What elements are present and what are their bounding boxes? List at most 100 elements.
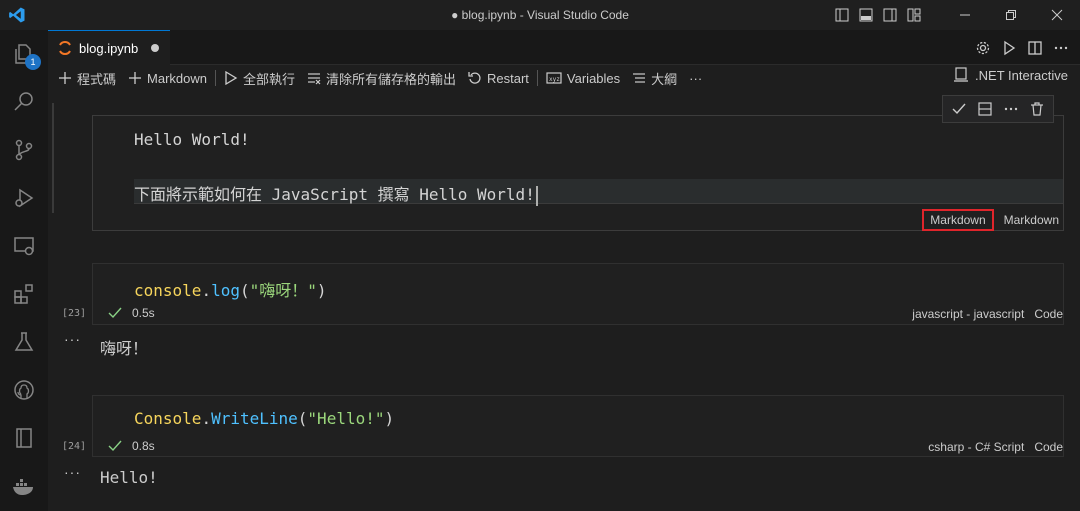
restart-icon — [468, 72, 481, 84]
add-code-cell-button[interactable]: 程式碼 — [52, 67, 122, 89]
code-paren-close: ) — [384, 409, 395, 428]
variables-button[interactable]: xyz Variables — [540, 67, 626, 89]
jupyter-file-icon — [59, 41, 71, 55]
close-icon[interactable] — [1034, 0, 1080, 30]
activity-bar: 1 — [0, 30, 48, 511]
cell-type-label[interactable]: Code — [1034, 440, 1063, 454]
delete-trash-icon[interactable] — [1025, 97, 1049, 121]
unsaved-dot-icon[interactable] — [151, 44, 160, 52]
cell-status-bar: csharp - C# Script Code — [928, 440, 1063, 454]
tab-bar: blog.ipynb — [48, 30, 1080, 65]
tab-label: blog.ipynb — [79, 40, 139, 56]
restart-label: Restart — [487, 70, 529, 86]
notebook-editor: Hello World! 下面將示範如何在 JavaScript 撰寫 Hell… — [48, 91, 1080, 511]
settings-gear-icon[interactable] — [972, 37, 994, 59]
code-object: console — [134, 281, 202, 300]
run-debug-icon[interactable] — [0, 174, 48, 222]
notebook-toolbar: 程式碼 Markdown 全部執行 清除所有儲存格的輸出 Restart xyz… — [48, 65, 1080, 91]
cell-language-button[interactable]: Markdown — [922, 209, 994, 231]
markdown-cell[interactable]: Hello World! 下面將示範如何在 JavaScript 撰寫 Hell… — [92, 115, 1064, 231]
github-icon[interactable] — [0, 366, 48, 414]
toolbar-more-label: ··· — [689, 70, 703, 86]
add-markdown-cell-button[interactable]: Markdown — [122, 67, 213, 89]
cell-output: 嗨呀！ — [100, 339, 149, 358]
execution-duration: 0.5s — [132, 306, 155, 320]
svg-text:xyz: xyz — [549, 76, 560, 83]
customize-layout-icon[interactable] — [902, 0, 926, 30]
plus-icon — [129, 72, 142, 84]
markdown-line-1[interactable]: Hello World! — [134, 130, 250, 149]
extensions-icon[interactable] — [0, 270, 48, 318]
kernel-icon — [954, 67, 969, 82]
execution-status: 0.8s — [108, 439, 155, 453]
add-markdown-label: Markdown — [147, 70, 207, 86]
code-cell-csharp[interactable]: Console.WriteLine("Hello!") — [92, 395, 1064, 457]
explorer-icon[interactable]: 1 — [0, 30, 48, 78]
cell-type-label[interactable]: Code — [1034, 307, 1063, 321]
check-icon[interactable] — [947, 97, 971, 121]
title-bar: ● blog.ipynb - Visual Studio Code — [0, 0, 1080, 30]
output-more-button[interactable]: ··· — [64, 331, 81, 347]
output-more-button[interactable]: ··· — [64, 464, 81, 480]
cell-more-icon[interactable] — [999, 97, 1023, 121]
execution-status: 0.5s — [108, 306, 155, 320]
remote-explorer-icon[interactable] — [0, 222, 48, 270]
docker-icon[interactable] — [0, 462, 48, 510]
cell-type-label[interactable]: Markdown — [1004, 213, 1059, 227]
cell-status-bar: Markdown Markdown — [922, 209, 1059, 231]
code-string: "嗨呀！" — [249, 281, 317, 300]
execution-count: [23] — [62, 308, 87, 319]
clear-outputs-label: 清除所有儲存格的輸出 — [326, 71, 457, 87]
code-line[interactable]: console.log("嗨呀！") — [134, 277, 327, 301]
markdown-line-2[interactable]: 下面將示範如何在 JavaScript 撰寫 Hello World! — [134, 181, 538, 206]
code-dot: . — [201, 281, 212, 300]
variables-icon: xyz — [546, 72, 562, 84]
execution-count: [24] — [62, 441, 87, 452]
toolbar-divider — [536, 70, 538, 86]
toolbar-more-button[interactable]: ··· — [683, 67, 708, 89]
code-paren-open: ( — [239, 281, 250, 300]
code-function: WriteLine — [211, 409, 298, 428]
cell-status-bar: javascript - javascript Code — [912, 307, 1063, 321]
success-check-icon — [108, 440, 122, 452]
cell-language-button[interactable]: javascript - javascript — [912, 307, 1024, 321]
run-all-button[interactable]: 全部執行 — [218, 67, 301, 89]
variables-label: Variables — [566, 70, 621, 86]
code-line[interactable]: Console.WriteLine("Hello!") — [134, 409, 394, 428]
notebook-icon[interactable] — [0, 414, 48, 462]
restore-icon[interactable] — [988, 0, 1034, 30]
code-paren-open: ( — [297, 409, 308, 428]
outline-button[interactable]: 大綱 — [626, 67, 683, 89]
search-icon[interactable] — [0, 78, 48, 126]
cell-toolbar — [942, 95, 1054, 123]
toggle-secondary-sidebar-icon[interactable] — [878, 0, 902, 30]
toolbar-divider — [214, 70, 216, 86]
add-code-label: 程式碼 — [77, 71, 117, 87]
code-string: "Hello!" — [307, 409, 385, 428]
tab-blog-ipynb[interactable]: blog.ipynb — [48, 30, 170, 65]
run-icon[interactable] — [998, 37, 1020, 59]
more-actions-icon[interactable] — [1050, 37, 1072, 59]
markdown-line-2-text: 下面將示範如何在 JavaScript 撰寫 Hello World! — [134, 185, 535, 204]
code-function: log — [211, 281, 240, 300]
minimize-icon[interactable] — [942, 0, 988, 30]
outline-list-icon — [633, 73, 646, 83]
restart-button[interactable]: Restart — [462, 67, 535, 89]
code-paren-close: ) — [316, 281, 327, 300]
code-dot: . — [201, 409, 212, 428]
clear-outputs-icon — [308, 73, 321, 85]
split-cell-icon[interactable] — [973, 97, 997, 121]
execution-duration: 0.8s — [132, 439, 155, 453]
clear-all-outputs-button[interactable]: 清除所有儲存格的輸出 — [301, 67, 462, 89]
success-check-icon — [108, 307, 122, 319]
kernel-label: .NET Interactive — [975, 67, 1068, 83]
toggle-primary-sidebar-icon[interactable] — [830, 0, 854, 30]
kernel-picker[interactable]: .NET Interactive — [953, 67, 1068, 83]
testing-icon[interactable] — [0, 318, 48, 366]
split-editor-icon[interactable] — [1024, 37, 1046, 59]
toggle-panel-icon[interactable] — [854, 0, 878, 30]
text-cursor — [535, 185, 538, 206]
source-control-icon[interactable] — [0, 126, 48, 174]
cell-language-button[interactable]: csharp - C# Script — [928, 440, 1024, 454]
outline-label: 大綱 — [651, 71, 678, 87]
